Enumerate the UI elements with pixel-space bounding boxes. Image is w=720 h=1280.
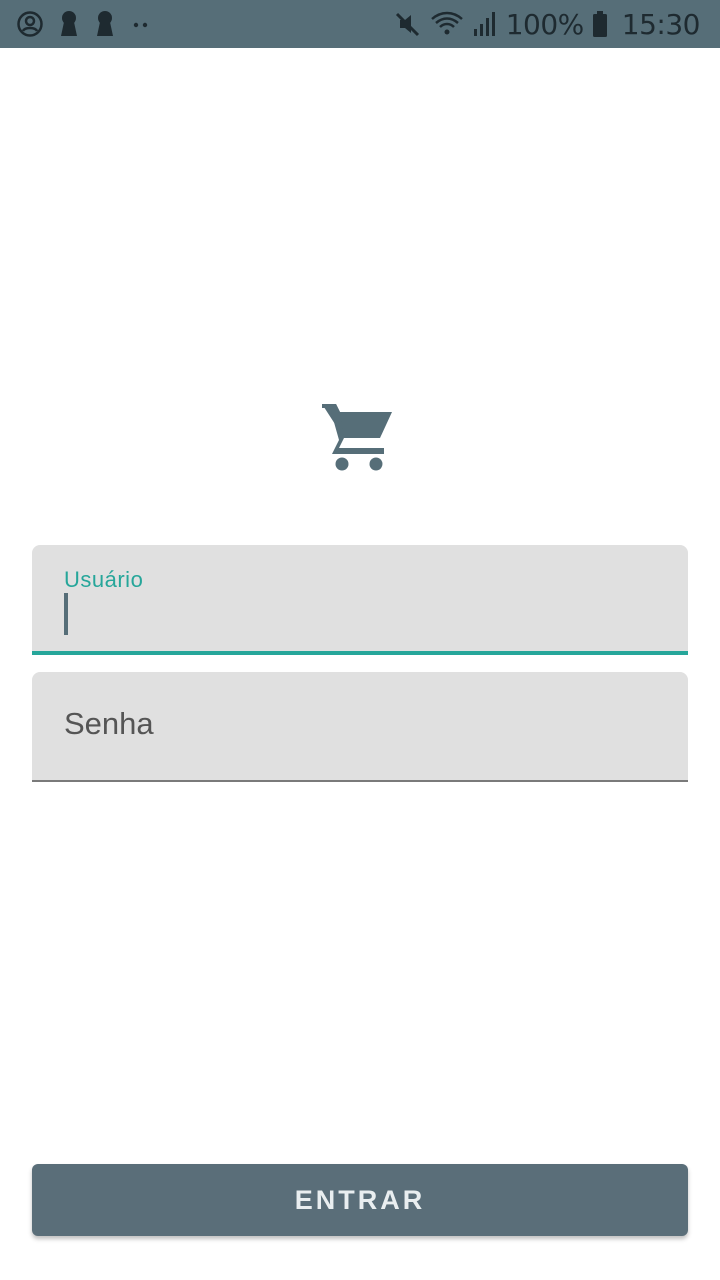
keyhole-icon bbox=[58, 10, 80, 38]
shopping-cart-icon bbox=[318, 398, 398, 478]
password-field[interactable]: Senha bbox=[32, 672, 688, 782]
mute-icon bbox=[392, 9, 422, 39]
battery-percent: 100% bbox=[505, 7, 585, 41]
signal-icon bbox=[472, 9, 498, 39]
status-left-icons bbox=[16, 0, 152, 48]
username-field[interactable]: Usuário bbox=[32, 545, 688, 655]
more-dots-icon bbox=[130, 10, 152, 38]
battery-icon bbox=[592, 10, 608, 38]
keyhole-icon bbox=[94, 10, 116, 38]
status-bar: 100% 15:30 bbox=[0, 0, 720, 48]
status-clock: 15:30 bbox=[621, 7, 701, 41]
username-input[interactable] bbox=[64, 593, 656, 637]
login-button[interactable]: ENTRAR bbox=[32, 1164, 688, 1236]
status-right-icons: 100% 15:30 bbox=[392, 0, 701, 48]
wifi-icon bbox=[430, 9, 464, 39]
username-label: Usuário bbox=[64, 567, 144, 592]
password-input[interactable] bbox=[64, 702, 656, 746]
account-circle-icon bbox=[16, 10, 44, 38]
